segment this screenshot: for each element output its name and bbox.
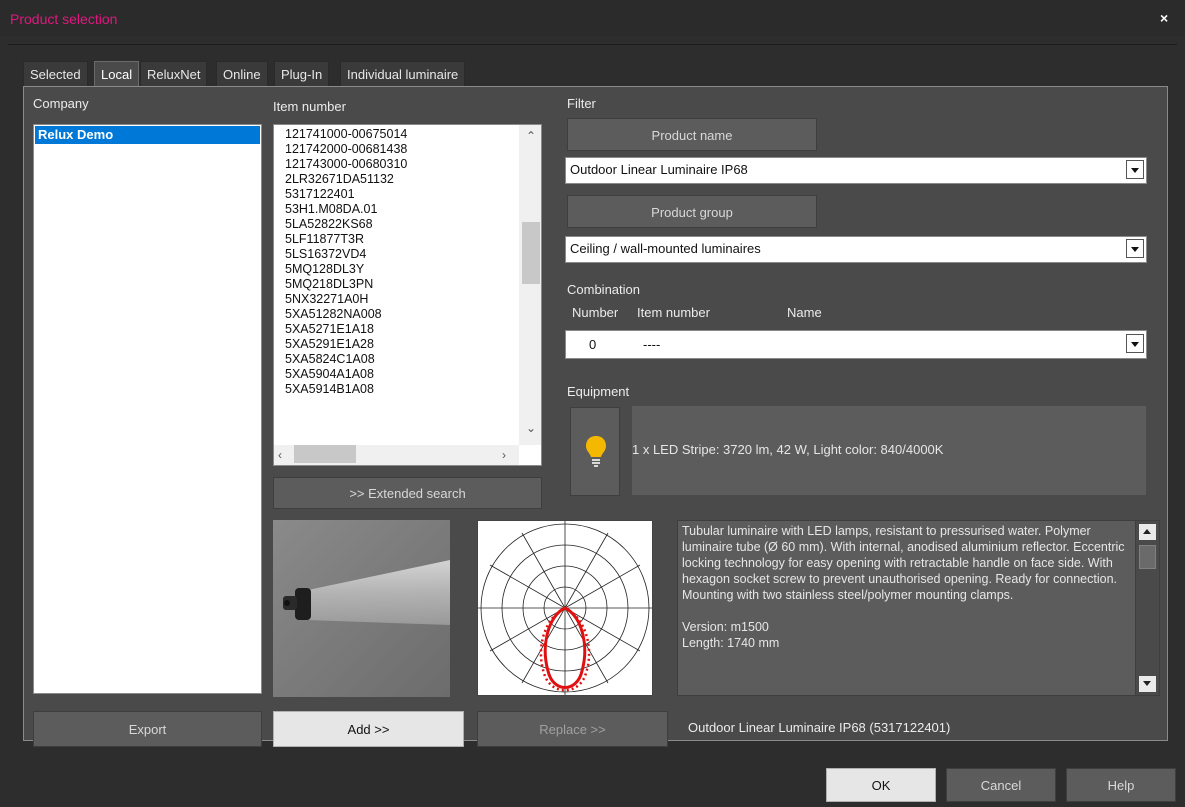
vertical-scroll-thumb[interactable] bbox=[522, 222, 540, 284]
horizontal-scroll-thumb[interactable] bbox=[294, 445, 356, 463]
equipment-label: Equipment bbox=[567, 384, 630, 399]
description-paragraph: Tubular luminaire with LED lamps, resist… bbox=[682, 524, 1125, 602]
chevron-down-icon[interactable] bbox=[1126, 160, 1144, 179]
list-item[interactable]: 121741000-00675014 bbox=[285, 127, 407, 142]
export-button[interactable]: Export bbox=[33, 711, 262, 747]
tab-selected[interactable]: Selected bbox=[23, 61, 88, 86]
product-description[interactable]: Tubular luminaire with LED lamps, resist… bbox=[677, 520, 1160, 696]
description-version: Version: m1500 bbox=[682, 620, 769, 634]
combination-label: Combination bbox=[567, 282, 640, 297]
help-button[interactable]: Help bbox=[1066, 768, 1176, 802]
tab-individual-luminaire[interactable]: Individual luminaire bbox=[340, 61, 466, 86]
chevron-down-icon[interactable] bbox=[1126, 334, 1144, 353]
product-group-button[interactable]: Product group bbox=[567, 195, 817, 228]
close-icon[interactable]: × bbox=[1160, 10, 1168, 26]
extended-search-button[interactable]: >> Extended search bbox=[273, 477, 542, 509]
title-bar bbox=[0, 0, 1185, 36]
scroll-up-icon[interactable]: ⌃ bbox=[526, 129, 536, 143]
list-item[interactable]: 5LS16372VD4 bbox=[285, 247, 366, 262]
scroll-right-icon[interactable]: › bbox=[502, 448, 506, 462]
equipment-lamp-button[interactable] bbox=[570, 407, 620, 496]
item-number-list[interactable]: 121741000-00675014 121742000-00681438 12… bbox=[273, 124, 542, 466]
combination-dropdown[interactable]: 0 ---- bbox=[565, 330, 1147, 359]
list-item[interactable]: 5317122401 bbox=[285, 187, 355, 202]
tab-reluxnet[interactable]: ReluxNet bbox=[140, 61, 208, 86]
lightbulb-icon bbox=[586, 436, 606, 467]
cancel-button[interactable]: Cancel bbox=[946, 768, 1056, 802]
product-group-dropdown[interactable]: Ceiling / wall-mounted luminaires bbox=[565, 236, 1147, 263]
description-scrollbar[interactable] bbox=[1135, 521, 1159, 695]
window-title: Product selection bbox=[10, 11, 118, 27]
combination-number-value: 0 bbox=[589, 337, 597, 352]
item-number-label: Item number bbox=[273, 99, 346, 114]
product-image bbox=[273, 520, 450, 697]
list-item[interactable]: 5LA52822KS68 bbox=[285, 217, 373, 232]
selected-product-label: Outdoor Linear Luminaire IP68 (531712240… bbox=[688, 720, 951, 735]
equipment-text: 1 x LED Stripe: 3720 lm, 42 W, Light col… bbox=[632, 442, 944, 457]
list-item[interactable]: 121742000-00681438 bbox=[285, 142, 407, 157]
list-item[interactable]: 5XA5824C1A08 bbox=[285, 352, 375, 367]
company-list[interactable]: Relux Demo bbox=[33, 124, 262, 694]
combination-col-number: Number bbox=[572, 305, 619, 320]
list-item[interactable]: 5LF11877T3R bbox=[285, 232, 364, 247]
company-label: Company bbox=[33, 96, 89, 111]
tab-online[interactable]: Online bbox=[216, 61, 268, 86]
list-item[interactable]: 5XA5904A1A08 bbox=[285, 367, 374, 382]
chevron-down-icon bbox=[1143, 681, 1151, 686]
scroll-up-button[interactable] bbox=[1139, 524, 1156, 540]
list-item[interactable]: 5MQ218DL3PN bbox=[285, 277, 373, 292]
list-item[interactable]: 5NX32271A0H bbox=[285, 292, 368, 307]
product-name-dropdown[interactable]: Outdoor Linear Luminaire IP68 bbox=[565, 157, 1147, 184]
scroll-left-icon[interactable]: ‹ bbox=[278, 448, 282, 462]
filter-label: Filter bbox=[567, 96, 596, 111]
add-button[interactable]: Add >> bbox=[273, 711, 464, 747]
light-distribution-diagram bbox=[477, 520, 653, 696]
list-item[interactable]: 2LR32671DA51132 bbox=[285, 172, 394, 187]
list-item[interactable]: 53H1.M08DA.01 bbox=[285, 202, 377, 217]
list-item[interactable]: 5XA5271E1A18 bbox=[285, 322, 374, 337]
list-item[interactable]: 5XA5291E1A28 bbox=[285, 337, 374, 352]
list-item[interactable]: 121743000-00680310 bbox=[285, 157, 407, 172]
replace-button[interactable]: Replace >> bbox=[477, 711, 668, 747]
list-item[interactable]: 5XA5914B1A08 bbox=[285, 382, 374, 397]
vertical-scrollbar[interactable] bbox=[519, 125, 541, 445]
product-name-button[interactable]: Product name bbox=[567, 118, 817, 151]
scroll-down-button[interactable] bbox=[1139, 676, 1156, 692]
product-group-value: Ceiling / wall-mounted luminaires bbox=[570, 241, 761, 256]
description-length: Length: 1740 mm bbox=[682, 636, 780, 650]
ok-button[interactable]: OK bbox=[826, 768, 936, 802]
combination-col-item-number: Item number bbox=[637, 305, 710, 320]
company-list-item-selected[interactable]: Relux Demo bbox=[35, 126, 260, 144]
combination-col-name: Name bbox=[787, 305, 822, 320]
title-divider bbox=[8, 44, 1177, 45]
chevron-up-icon bbox=[1143, 529, 1151, 534]
scroll-down-icon[interactable]: ⌄ bbox=[526, 421, 536, 435]
chevron-down-icon[interactable] bbox=[1126, 239, 1144, 258]
tab-plug-in[interactable]: Plug-In bbox=[274, 61, 330, 86]
combination-item-value: ---- bbox=[643, 337, 661, 352]
tab-local[interactable]: Local bbox=[94, 61, 140, 86]
list-item[interactable]: 5MQ128DL3Y bbox=[285, 262, 364, 277]
description-scroll-thumb[interactable] bbox=[1139, 545, 1156, 569]
product-name-value: Outdoor Linear Luminaire IP68 bbox=[570, 162, 748, 177]
list-item[interactable]: 5XA51282NA008 bbox=[285, 307, 382, 322]
